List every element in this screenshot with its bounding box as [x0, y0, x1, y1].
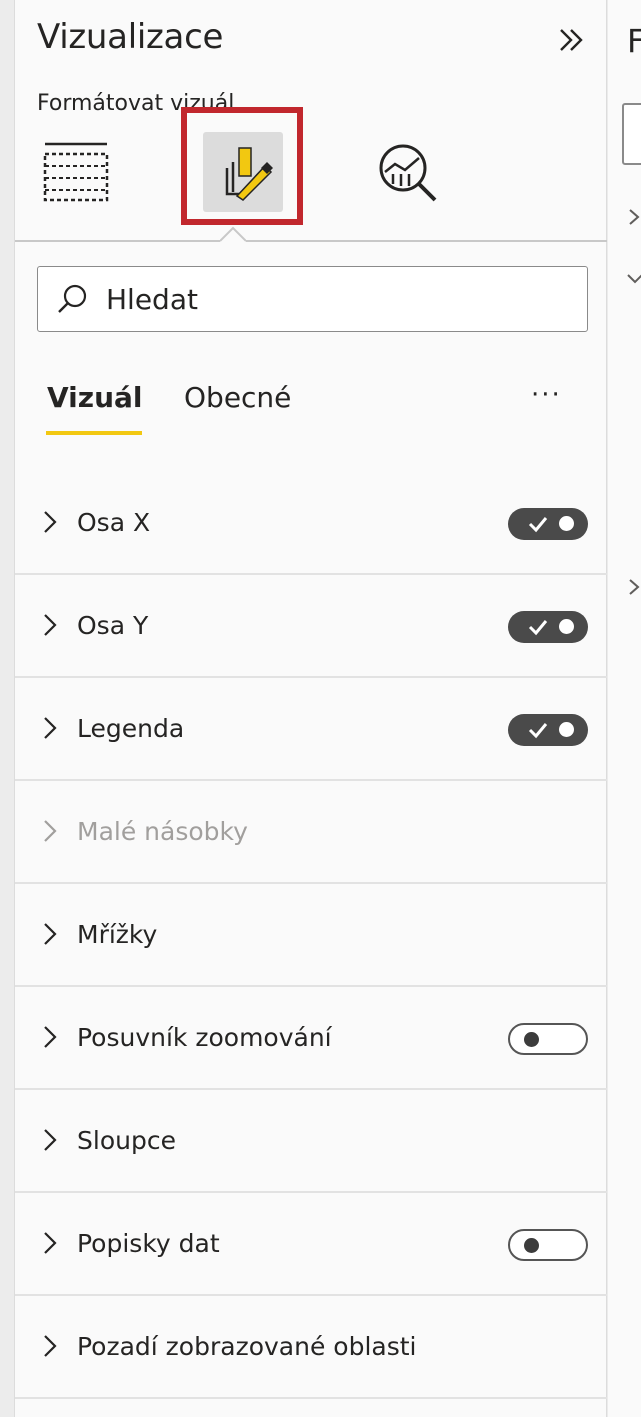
section-popisky-dat[interactable]: Popisky dat: [15, 1193, 607, 1296]
section-label: Pozadí zobrazované oblasti: [77, 1332, 417, 1361]
visualizations-pane: Vizualizace Formátovat vizuál Hledat Viz…: [14, 0, 607, 1417]
toggle-switch-on[interactable]: [508, 508, 588, 540]
selected-tab-notch: [220, 226, 246, 250]
highlight-box: [181, 107, 303, 225]
toggle-switch-off[interactable]: [508, 1023, 588, 1055]
search-input[interactable]: [106, 279, 576, 319]
table-fields-icon[interactable]: [43, 140, 109, 204]
toggle-switch-on[interactable]: [508, 714, 588, 746]
section-posuvnik-zoomovani[interactable]: Posuvník zoomování: [15, 987, 607, 1090]
section-pozadi-oblasti[interactable]: Pozadí zobrazované oblasti: [15, 1296, 607, 1399]
chevron-right-icon: [44, 820, 57, 842]
tab-general[interactable]: Obecné: [184, 381, 291, 414]
section-label: Popisky dat: [77, 1229, 220, 1258]
section-osa-y[interactable]: Osa Y: [15, 575, 607, 678]
chevron-right-icon: [44, 1026, 57, 1048]
tab-visual[interactable]: Vizuál: [47, 381, 143, 414]
section-label: Osa X: [77, 508, 151, 537]
chevron-right-icon: [44, 923, 57, 945]
chevron-right-icon: [44, 511, 57, 533]
section-osa-x[interactable]: Osa X: [15, 472, 607, 575]
section-label: Legenda: [77, 714, 185, 743]
search-icon: [58, 284, 87, 313]
toggle-switch-off[interactable]: [508, 1229, 588, 1261]
chevron-right-icon[interactable]: [626, 208, 641, 226]
chevron-down-icon[interactable]: [626, 270, 641, 288]
section-sloupce[interactable]: Sloupce: [15, 1090, 607, 1193]
section-label: Posuvník zoomování: [77, 1023, 332, 1052]
section-label: Sloupce: [77, 1126, 176, 1155]
toggle-switch-on[interactable]: [508, 611, 588, 643]
adjacent-pane-title: F: [627, 22, 641, 60]
chevron-right-icon: [44, 717, 57, 739]
search-box[interactable]: [37, 266, 588, 332]
toggle-knob: [559, 516, 574, 531]
adjacent-pane-field[interactable]: [622, 103, 641, 165]
checkmark-icon: [528, 517, 548, 533]
left-gutter: [0, 0, 14, 1417]
chevron-right-icon: [44, 1335, 57, 1357]
toggle-knob: [559, 619, 574, 634]
section-label: Mřížky: [77, 920, 158, 949]
collapse-pane-icon[interactable]: [555, 22, 591, 58]
analytics-magnifier-icon[interactable]: [375, 140, 441, 206]
toggle-knob: [524, 1032, 539, 1047]
active-tab-underline: [46, 431, 142, 435]
chevron-right-icon[interactable]: [626, 578, 641, 596]
toggle-knob: [524, 1238, 539, 1253]
adjacent-pane: F: [608, 0, 641, 1417]
section-label: Malé násobky: [77, 817, 248, 846]
toggle-knob: [559, 722, 574, 737]
section-mrizky[interactable]: Mřížky: [15, 884, 607, 987]
more-options-button[interactable]: ···: [531, 380, 562, 410]
format-sections-list: Osa X Osa Y Legenda Malé násobky Mřížky …: [15, 472, 607, 1399]
tab-divider: [15, 240, 607, 242]
chevron-right-icon: [44, 614, 57, 636]
checkmark-icon: [528, 620, 548, 636]
section-label: Osa Y: [77, 611, 149, 640]
section-legenda[interactable]: Legenda: [15, 678, 607, 781]
chevron-right-icon: [44, 1129, 57, 1151]
chevron-right-icon: [44, 1232, 57, 1254]
section-male-nasobky: Malé násobky: [15, 781, 607, 884]
checkmark-icon: [528, 723, 548, 739]
pane-title: Vizualizace: [37, 17, 224, 57]
